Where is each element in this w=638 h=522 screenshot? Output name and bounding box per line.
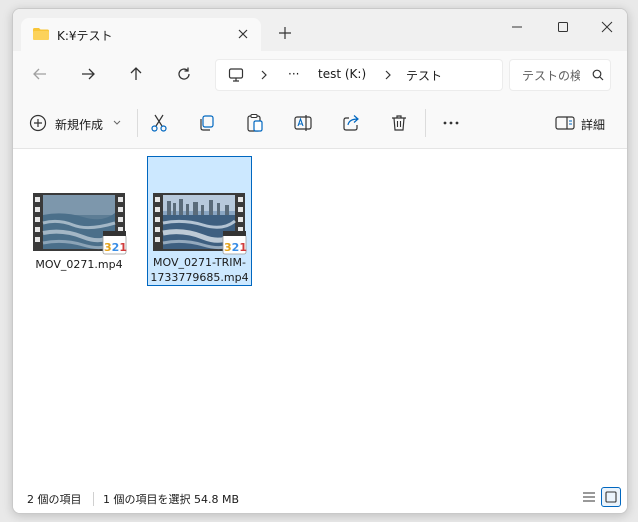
forward-button[interactable] (75, 61, 101, 87)
large-icons-view-button[interactable] (601, 487, 621, 507)
monitor-icon (228, 68, 244, 82)
breadcrumb-overflow[interactable]: ··· (288, 67, 299, 81)
copy-icon (200, 115, 214, 131)
details-label: 詳細 (581, 118, 606, 132)
selection-info: 1 個の項目を選択 54.8 MB (103, 493, 240, 506)
file-explorer-window: K:¥テスト ··· test (K:) テスト テストの 新規作成 詳細 32… (12, 8, 628, 514)
navigation-bar: ··· test (K:) テスト テストの検索 (13, 51, 627, 97)
more-icon (443, 121, 459, 125)
svg-text:321: 321 (224, 241, 247, 254)
up-button[interactable] (123, 61, 149, 87)
copy-button[interactable] (195, 111, 219, 135)
scissors-icon (151, 114, 167, 132)
status-divider (93, 492, 94, 506)
title-bar: K:¥テスト (13, 9, 627, 51)
minimize-button[interactable] (497, 13, 537, 41)
tab-title: K:¥テスト (57, 29, 113, 43)
details-pane-icon (555, 116, 575, 130)
file-name: MOV_0271.mp4 (35, 258, 123, 271)
close-tab-button[interactable] (233, 24, 253, 44)
folder-icon (33, 28, 49, 40)
share-icon (343, 115, 359, 131)
cut-button[interactable] (147, 111, 171, 135)
plus-icon (279, 27, 291, 39)
arrow-up-icon (130, 67, 142, 80)
delete-button[interactable] (387, 111, 411, 135)
search-box[interactable]: テストの検索 (509, 59, 611, 91)
details-view-button[interactable] (579, 487, 599, 507)
refresh-icon (178, 67, 190, 80)
chevron-down-icon (113, 120, 121, 125)
new-button-label: 新規作成 (55, 118, 104, 132)
file-list-area[interactable]: 321 MOV_0271.mp4 321 MOV_0271-TRIM- 1733… (13, 149, 627, 483)
tiles-view-icon (605, 491, 617, 503)
tab-current-folder[interactable]: K:¥テスト (21, 18, 261, 51)
more-options-button[interactable] (439, 111, 463, 135)
new-tab-button[interactable] (275, 23, 295, 43)
media-player-badge-icon: 321 (102, 231, 127, 255)
arrow-left-icon (33, 68, 46, 80)
file-name-line1: MOV_0271-TRIM- (152, 256, 246, 269)
rename-button[interactable] (291, 111, 315, 135)
file-name-line2: 1733779685.mp4 (150, 271, 249, 284)
breadcrumb-folder[interactable]: テスト (406, 67, 442, 84)
chevron-right-icon[interactable] (260, 70, 268, 80)
maximize-button[interactable] (543, 13, 583, 41)
search-input[interactable]: テストの検索 (522, 67, 580, 84)
command-bar: 新規作成 詳細 (13, 97, 627, 149)
rename-icon (294, 115, 312, 131)
paste-button[interactable] (243, 111, 267, 135)
back-button[interactable] (27, 61, 53, 87)
trash-icon (392, 115, 406, 131)
plus-circle-icon (29, 114, 47, 132)
media-player-badge-icon: 321 (222, 231, 247, 255)
breadcrumb-drive[interactable]: test (K:) (318, 67, 366, 81)
refresh-button[interactable] (171, 61, 197, 87)
video-thumbnail-icon: 321 (153, 193, 247, 255)
maximize-icon (558, 22, 568, 32)
item-count: 2 個の項目 (27, 493, 82, 506)
search-icon (592, 69, 604, 81)
toolbar-divider (425, 109, 426, 137)
clipboard-icon (247, 114, 263, 132)
close-window-button[interactable] (587, 13, 627, 41)
video-thumbnail-icon: 321 (33, 193, 127, 255)
status-bar: 2 個の項目 1 個の項目を選択 54.8 MB (13, 483, 627, 513)
file-item-selected[interactable]: 321 MOV_0271-TRIM- 1733779685.mp4 (147, 156, 252, 286)
toolbar-divider (137, 109, 138, 137)
chevron-right-icon[interactable] (384, 70, 392, 80)
share-button[interactable] (339, 111, 363, 135)
arrow-right-icon (82, 68, 95, 80)
close-icon (601, 21, 613, 33)
file-item[interactable]: 321 MOV_0271.mp4 (27, 159, 131, 279)
address-bar[interactable]: ··· test (K:) テスト (215, 59, 503, 91)
list-view-icon (583, 492, 595, 502)
svg-text:321: 321 (104, 241, 127, 254)
minimize-icon (512, 26, 522, 28)
details-pane-button[interactable]: 詳細 (553, 110, 613, 136)
new-button[interactable]: 新規作成 (27, 110, 127, 136)
close-icon (238, 29, 248, 39)
